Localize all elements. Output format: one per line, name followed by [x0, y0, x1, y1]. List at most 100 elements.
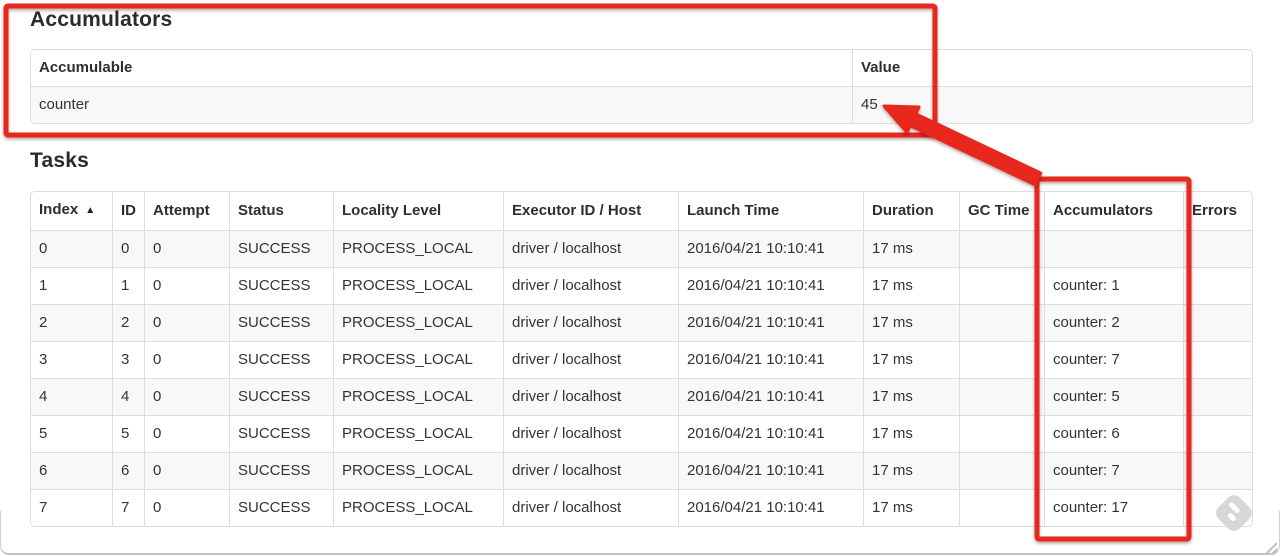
column-header-executor-id-host[interactable]: Executor ID / Host: [503, 192, 678, 230]
table-cell: 17 ms: [863, 304, 959, 341]
table-cell: 17 ms: [863, 452, 959, 489]
table-cell: [1183, 378, 1252, 415]
table-cell: counter: 7: [1044, 341, 1183, 378]
column-header-attempt[interactable]: Attempt: [144, 192, 229, 230]
table-cell: 0: [144, 452, 229, 489]
table-cell: 0: [112, 230, 144, 267]
table-cell: [1183, 304, 1252, 341]
table-row: 0 0 0 SUCCESS PROCESS_LOCAL driver / localhos…: [31, 230, 1252, 267]
table-cell: 0: [144, 230, 229, 267]
table-cell: 2016/04/21 10:10:41: [678, 378, 863, 415]
tasks-table: Index ▲ ID Attempt Status Locality Level Execu…: [30, 191, 1253, 527]
table-cell: 2016/04/21 10:10:41: [678, 230, 863, 267]
table-cell: driver / localhost: [503, 452, 678, 489]
table-cell: 17 ms: [863, 267, 959, 304]
accumulable-table: Accumulable Value counter 45: [30, 49, 1253, 124]
table-row: 2 2 0 SUCCESS PROCESS_LOCAL driver / localhos…: [31, 304, 1252, 341]
column-header-errors[interactable]: Errors: [1183, 192, 1252, 230]
table-cell: driver / localhost: [503, 341, 678, 378]
table-cell: 5: [112, 415, 144, 452]
column-header-locality-level[interactable]: Locality Level: [333, 192, 503, 230]
table-cell: SUCCESS: [229, 341, 333, 378]
table-cell: 0: [31, 230, 112, 267]
table-cell: PROCESS_LOCAL: [333, 341, 503, 378]
table-cell: SUCCESS: [229, 304, 333, 341]
table-row: 1 1 0 SUCCESS PROCESS_LOCAL driver / localhos…: [31, 267, 1252, 304]
column-header-gc-time[interactable]: GC Time: [959, 192, 1044, 230]
table-cell: 17 ms: [863, 378, 959, 415]
table-cell: PROCESS_LOCAL: [333, 304, 503, 341]
table-cell: 0: [144, 304, 229, 341]
table-cell: 0: [144, 341, 229, 378]
table-row: counter 45: [31, 86, 1252, 123]
table-cell: driver / localhost: [503, 267, 678, 304]
table-cell: 4: [31, 378, 112, 415]
table-cell: 1: [112, 267, 144, 304]
table-cell: 3: [31, 341, 112, 378]
table-cell: [1183, 415, 1252, 452]
table-cell: SUCCESS: [229, 452, 333, 489]
table-cell: 0: [144, 378, 229, 415]
table-row: 3 3 0 SUCCESS PROCESS_LOCAL driver / localhos…: [31, 341, 1252, 378]
accumulators-section-title: Accumulators: [30, 8, 173, 31]
table-row: 4 4 0 SUCCESS PROCESS_LOCAL driver / localhos…: [31, 378, 1252, 415]
table-cell: [959, 304, 1044, 341]
column-header-accumulators[interactable]: Accumulators: [1044, 192, 1183, 230]
table-cell: 2016/04/21 10:10:41: [678, 341, 863, 378]
table-cell: [959, 341, 1044, 378]
table-cell: [1044, 230, 1183, 267]
table-cell: [1183, 452, 1252, 489]
table-cell: 2016/04/21 10:10:41: [678, 415, 863, 452]
table-cell: 2016/04/21 10:10:41: [678, 267, 863, 304]
table-cell: 2: [31, 304, 112, 341]
table-row: 6 6 0 SUCCESS PROCESS_LOCAL driver / localhos…: [31, 452, 1252, 489]
table-cell: [1183, 230, 1252, 267]
table-cell: driver / localhost: [503, 230, 678, 267]
column-header-launch-time[interactable]: Launch Time: [678, 192, 863, 230]
table-cell: 2016/04/21 10:10:41: [678, 452, 863, 489]
table-cell: 2016/04/21 10:10:41: [678, 304, 863, 341]
table-cell: 17 ms: [863, 415, 959, 452]
column-header-value[interactable]: Value: [852, 50, 1252, 86]
table-cell: 2: [112, 304, 144, 341]
table-cell: counter: 7: [1044, 452, 1183, 489]
table-cell: SUCCESS: [229, 230, 333, 267]
table-cell: 5: [31, 415, 112, 452]
table-cell: [1183, 267, 1252, 304]
column-header-index[interactable]: Index ▲: [31, 192, 112, 230]
table-cell: 17 ms: [863, 341, 959, 378]
table-cell: 6: [31, 452, 112, 489]
table-header-row: Index ▲ ID Attempt Status Locality Level Execu…: [31, 192, 1252, 230]
table-cell: [959, 267, 1044, 304]
table-cell: counter: 6: [1044, 415, 1183, 452]
table-cell: [959, 230, 1044, 267]
table-row: 5 5 0 SUCCESS PROCESS_LOCAL driver / localhos…: [31, 415, 1252, 452]
table-cell: SUCCESS: [229, 267, 333, 304]
table-cell: driver / localhost: [503, 304, 678, 341]
table-cell: [959, 452, 1044, 489]
table-cell: counter: 2: [1044, 304, 1183, 341]
table-cell: PROCESS_LOCAL: [333, 230, 503, 267]
table-cell: counter: 1: [1044, 267, 1183, 304]
column-header-duration[interactable]: Duration: [863, 192, 959, 230]
sort-asc-icon: ▲: [85, 205, 96, 216]
table-header-row: Accumulable Value: [31, 50, 1252, 86]
table-cell: 1: [31, 267, 112, 304]
column-header-accumulable[interactable]: Accumulable: [31, 50, 852, 86]
table-cell: [959, 415, 1044, 452]
table-cell: 4: [112, 378, 144, 415]
column-header-status[interactable]: Status: [229, 192, 333, 230]
table-cell: PROCESS_LOCAL: [333, 415, 503, 452]
table-cell: 3: [112, 341, 144, 378]
table-cell: [1183, 341, 1252, 378]
table-cell: SUCCESS: [229, 415, 333, 452]
window-frame: [0, 511, 1280, 555]
table-cell: driver / localhost: [503, 378, 678, 415]
table-cell: counter: 5: [1044, 378, 1183, 415]
table-cell: SUCCESS: [229, 378, 333, 415]
table-cell: [959, 378, 1044, 415]
table-cell: PROCESS_LOCAL: [333, 378, 503, 415]
column-header-id[interactable]: ID: [112, 192, 144, 230]
table-cell: 6: [112, 452, 144, 489]
tasks-section-title: Tasks: [30, 149, 89, 172]
